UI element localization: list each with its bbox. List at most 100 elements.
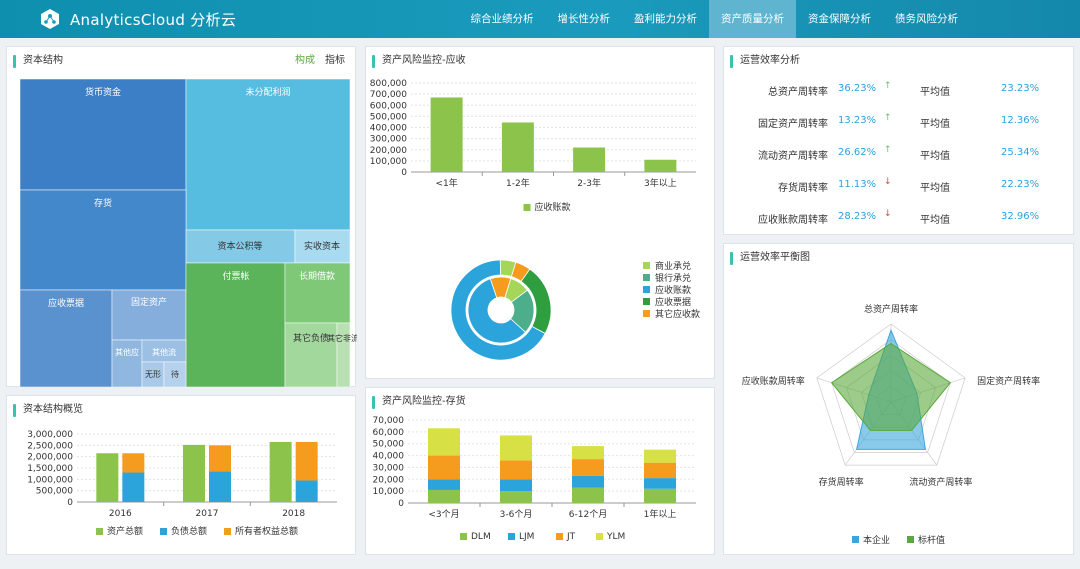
y-tick-label: 1,000,000 (27, 475, 73, 485)
treemap-cell[interactable] (336, 322, 351, 387)
nav-item-overall[interactable]: 综合业绩分析 (459, 0, 546, 38)
x-tick-label: 2-3年 (577, 177, 601, 189)
nav-item-growth[interactable]: 增长性分析 (546, 0, 623, 38)
average-value: 23.23% (1001, 83, 1040, 94)
y-tick-label: 800,000 (370, 79, 407, 89)
x-tick-label: 1-2年 (506, 177, 530, 189)
legend-swatch (96, 528, 103, 535)
legend-label: YLM (606, 532, 625, 542)
bar (500, 491, 532, 503)
trend-up-icon: ↑ (884, 81, 892, 91)
treemap-label: 其他应 (115, 347, 139, 357)
y-tick-label: 30,000 (373, 463, 405, 473)
treemap-label: 其他流 (152, 347, 176, 357)
panel-title: 运营效率分析 (740, 55, 800, 66)
legend-label: LJM (519, 532, 534, 542)
treemap-cell[interactable] (185, 78, 351, 231)
tab-indicator[interactable]: 指标 (325, 47, 345, 75)
tab-composition[interactable]: 构成 (295, 47, 315, 75)
efficiency-row: 流动资产周转率 26.62% 平均值 25.34% ↑ (724, 143, 1075, 175)
app-logo[interactable]: AnalyticsCloud 分析云 (38, 7, 236, 31)
legend-swatch (508, 533, 515, 540)
capital-treemap: 货币资金 未分配利润 存货 资本公积等 实收资本 应收票据 固定资产 付票帐 长… (19, 78, 357, 387)
nav-item-debt-risk[interactable]: 债务风险分析 (883, 0, 970, 38)
trend-up-icon: ↑ (884, 113, 892, 123)
panel-title: 运营效率平衡图 (740, 252, 810, 263)
legend-swatch (643, 262, 650, 269)
average-label: 平均值 (920, 151, 950, 162)
legend-swatch (556, 533, 563, 540)
efficiency-panel: 运营效率分析 总资产周转率 36.23% 平均值 23.23% ↑ 固定资产周转率 13.2… (723, 46, 1074, 235)
nav-item-fund-security[interactable]: 资金保障分析 (796, 0, 883, 38)
bar (122, 453, 145, 473)
metric-name: 总资产周转率 (768, 87, 828, 98)
legend-label: 负债总额 (171, 525, 207, 537)
y-tick-label: 200,000 (370, 146, 407, 156)
inventory-stacked-chart: 70,000 60,000 50,000 40,00030,000 20,000 10,0… (373, 416, 696, 542)
legend-swatch (596, 533, 603, 540)
legend-label: 本企业 (863, 534, 890, 546)
bar (209, 445, 231, 472)
y-tick-label: 50,000 (373, 440, 405, 450)
radar-axis-label: 流动资产周转率 (909, 476, 972, 488)
panel-header: 运营效率分析 (724, 47, 1073, 75)
bar (644, 488, 676, 503)
legend-swatch (852, 536, 859, 543)
bar (644, 159, 677, 172)
treemap-label: 应收票据 (48, 297, 84, 309)
panel-title: 资产风险监控-应收 (382, 55, 466, 66)
metric-name: 固定资产周转率 (758, 119, 828, 130)
legend-label: 应收账款 (535, 201, 571, 213)
bar (428, 455, 460, 480)
efficiency-row: 存货周转率 11.13% 平均值 22.23% ↓ (724, 175, 1075, 207)
bar (428, 479, 460, 490)
inventory-risk-panel: 资产风险监控-存货 70,000 60,000 50,000 40,000 30,000… (365, 387, 715, 555)
nav-item-asset-quality[interactable]: 资产质量分析 (709, 0, 796, 38)
nav-item-profit[interactable]: 盈利能力分析 (622, 0, 709, 38)
bar (572, 459, 604, 476)
average-value: 12.36% (1001, 115, 1040, 126)
x-tick-label: <1年 (435, 177, 457, 189)
main-nav: 综合业绩分析 增长性分析 盈利能力分析 资产质量分析 资金保障分析 债务风险分析 (459, 0, 971, 38)
metric-name: 存货周转率 (778, 183, 828, 194)
efficiency-row: 总资产周转率 36.23% 平均值 23.23% ↑ (724, 79, 1075, 111)
y-tick-label: 3,000,000 (27, 430, 73, 440)
legend-swatch (460, 533, 467, 540)
y-tick-label: 500,000 (36, 487, 73, 497)
treemap-label: 长期借款 (299, 270, 335, 282)
bar (183, 444, 205, 502)
x-tick-label: <3个月 (428, 509, 459, 520)
metric-value: 11.13% (838, 179, 877, 190)
y-tick-label: 500,000 (370, 112, 407, 122)
treemap-label: 无形 (145, 370, 161, 379)
treemap-label: 实收资本 (304, 240, 340, 252)
metric-value: 13.23% (838, 115, 877, 126)
radar-axis-label: 固定资产周转率 (977, 375, 1040, 387)
treemap-label: 固定资产 (131, 296, 167, 308)
panel-header: 资本结构概览 (7, 396, 355, 424)
panel-title: 资产风险监控-存货 (382, 396, 466, 407)
average-value: 25.34% (1001, 147, 1040, 158)
legend-label: 应收账款 (655, 284, 691, 296)
bar (96, 453, 119, 502)
bar (500, 460, 532, 480)
radar-axis-label: 存货周转率 (819, 476, 864, 488)
y-tick-label: 2,500,000 (27, 441, 73, 451)
bar (430, 97, 463, 172)
receivable-donut-chart: 商业承兑银行承兑应收账款应收票据其它应收款 (450, 259, 700, 361)
legend-swatch (160, 528, 167, 535)
legend-label: 应收票据 (655, 296, 691, 308)
treemap-label: 付票帐 (222, 270, 249, 282)
y-tick-label: 40,000 (373, 452, 405, 462)
metric-name: 应收账款周转率 (758, 215, 828, 226)
bar (644, 462, 676, 479)
treemap-cell[interactable] (284, 322, 338, 387)
bar (269, 441, 292, 502)
bar (209, 471, 231, 502)
radar-axis-label: 总资产周转率 (864, 303, 918, 315)
treemap-label: 待 (171, 369, 179, 379)
panel-header: 资产风险监控-应收 (366, 47, 714, 75)
x-tick-label: 3-6个月 (500, 509, 533, 520)
treemap-label: 其它非流 (327, 333, 357, 343)
logo-icon (41, 9, 59, 29)
